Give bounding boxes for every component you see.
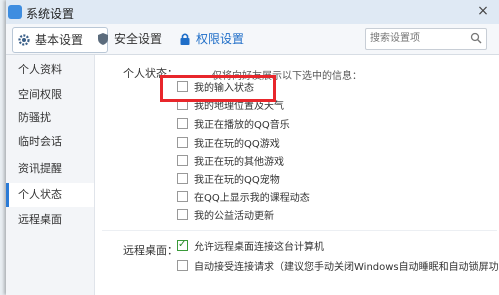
sidebar-item-personal-status[interactable]: 个人状态 bbox=[6, 183, 94, 207]
checkbox[interactable] bbox=[177, 173, 188, 184]
option-label: 我正在玩的其他游戏 bbox=[194, 157, 284, 168]
option-label: 我正在玩的QQ宠物 bbox=[194, 175, 280, 186]
section-divider bbox=[102, 230, 497, 231]
checkbox[interactable] bbox=[177, 191, 188, 202]
checkbox[interactable] bbox=[177, 118, 188, 129]
gear-icon bbox=[18, 34, 30, 46]
toolbar: 基本设置 安全设置 权限设置 bbox=[6, 24, 499, 55]
tab-permission-settings[interactable]: 权限设置 bbox=[174, 27, 280, 51]
checkbox[interactable] bbox=[177, 260, 188, 271]
search-icon[interactable] bbox=[470, 32, 482, 44]
option-qq-game[interactable]: 我正在玩的QQ游戏 bbox=[177, 137, 280, 153]
lock-icon bbox=[180, 33, 190, 45]
sidebar-item-space-permission[interactable]: 空间权限 bbox=[6, 83, 94, 107]
highlight-box bbox=[160, 75, 276, 102]
sidebar-item-anti-harassment[interactable]: 防骚扰 bbox=[6, 106, 94, 130]
search-input[interactable] bbox=[366, 29, 470, 47]
option-label: 我正在玩的QQ游戏 bbox=[194, 139, 280, 150]
tab-label: 安全设置 bbox=[114, 32, 163, 46]
option-label: 我的公益活动更新 bbox=[194, 211, 274, 222]
settings-window: 系统设置 × 基本设置 安全设置 权限设置 个人资料 空间权限 防骚扰 临时会话… bbox=[6, 0, 499, 295]
title-bar: 系统设置 × bbox=[6, 0, 499, 24]
sidebar-item-temp-session[interactable]: 临时会话 bbox=[6, 130, 94, 154]
sidebar-item-profile[interactable]: 个人资料 bbox=[6, 58, 94, 82]
shield-icon bbox=[98, 33, 108, 45]
search-box bbox=[365, 28, 487, 50]
option-allow-remote[interactable]: 允许远程桌面连接这台计算机 bbox=[177, 237, 324, 256]
remote-desktop-label: 远程桌面： bbox=[123, 244, 178, 257]
option-label: 我正在播放的QQ音乐 bbox=[194, 120, 290, 131]
option-auto-accept[interactable]: 自动接受连接请求（建议您手动关闭Windows自动睡眠和自动锁屏功能） bbox=[177, 260, 499, 276]
option-label: 我的地理位置及天气 bbox=[194, 101, 284, 112]
tab-label: 权限设置 bbox=[196, 32, 245, 46]
checkbox[interactable] bbox=[177, 155, 188, 166]
sidebar: 个人资料 空间权限 防骚扰 临时会话 资讯提醒 个人状态 远程桌面 bbox=[6, 55, 95, 295]
window-title: 系统设置 bbox=[26, 7, 75, 21]
option-course-updates[interactable]: 在QQ上显示我的课程动态 bbox=[177, 191, 310, 207]
option-qq-pet[interactable]: 我正在玩的QQ宠物 bbox=[177, 173, 280, 189]
checkbox[interactable] bbox=[177, 209, 188, 220]
option-label: 允许远程桌面连接这台计算机 bbox=[194, 242, 324, 253]
option-label: 在QQ上显示我的课程动态 bbox=[194, 193, 310, 204]
tab-label: 基本设置 bbox=[35, 33, 84, 47]
option-qq-music[interactable]: 我正在播放的QQ音乐 bbox=[177, 118, 290, 134]
option-charity-updates[interactable]: 我的公益活动更新 bbox=[177, 209, 274, 225]
close-button[interactable]: × bbox=[469, 0, 497, 22]
sidebar-item-news-reminder[interactable]: 资讯提醒 bbox=[6, 157, 94, 181]
option-label: 自动接受连接请求（建议您手动关闭Windows自动睡眠和自动锁屏功能） bbox=[194, 262, 499, 273]
app-icon bbox=[8, 5, 22, 19]
option-other-game[interactable]: 我正在玩的其他游戏 bbox=[177, 155, 284, 171]
checkbox-checked[interactable] bbox=[177, 237, 188, 253]
checkbox[interactable] bbox=[177, 137, 188, 148]
sidebar-item-remote-desktop[interactable]: 远程桌面 bbox=[6, 208, 94, 232]
